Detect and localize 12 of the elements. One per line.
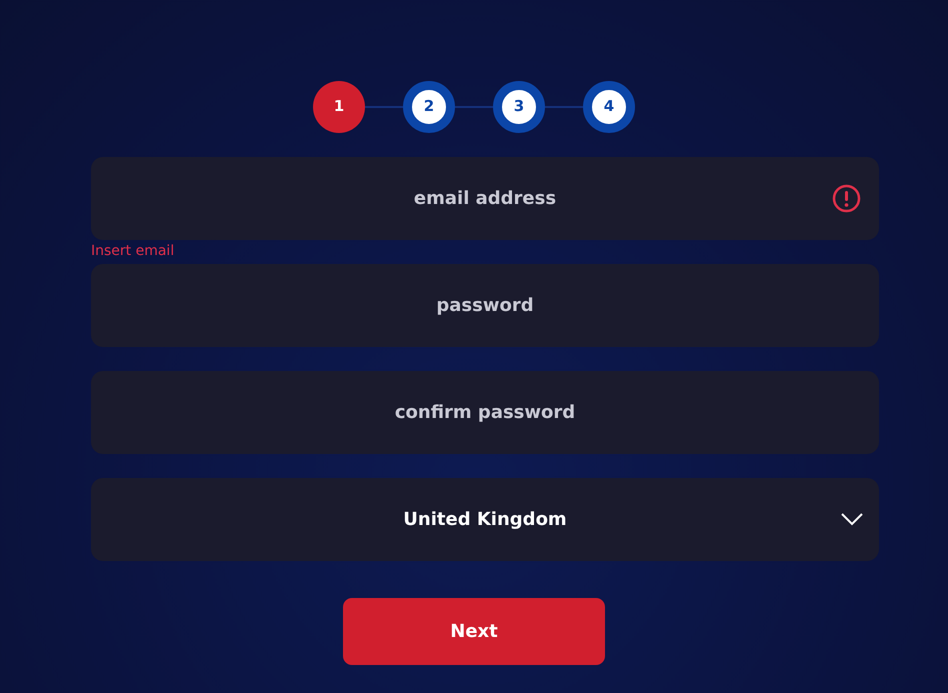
step-indicator: 1 — [313, 80, 365, 132]
input-field[interactable]: email address — [91, 157, 879, 240]
country-select[interactable]: United Kingdom — [91, 478, 879, 561]
error-message: Insert email — [91, 242, 176, 261]
error-icon — [832, 184, 861, 213]
step-indicator: 2 — [403, 80, 455, 132]
step-indicator: 3 — [493, 80, 545, 132]
input-field[interactable]: password — [91, 264, 879, 347]
step-indicator: 4 — [583, 80, 635, 132]
next-button[interactable]: Next — [343, 598, 605, 665]
chevron-down-icon — [841, 512, 863, 526]
input-field[interactable]: confirm password — [91, 371, 879, 454]
